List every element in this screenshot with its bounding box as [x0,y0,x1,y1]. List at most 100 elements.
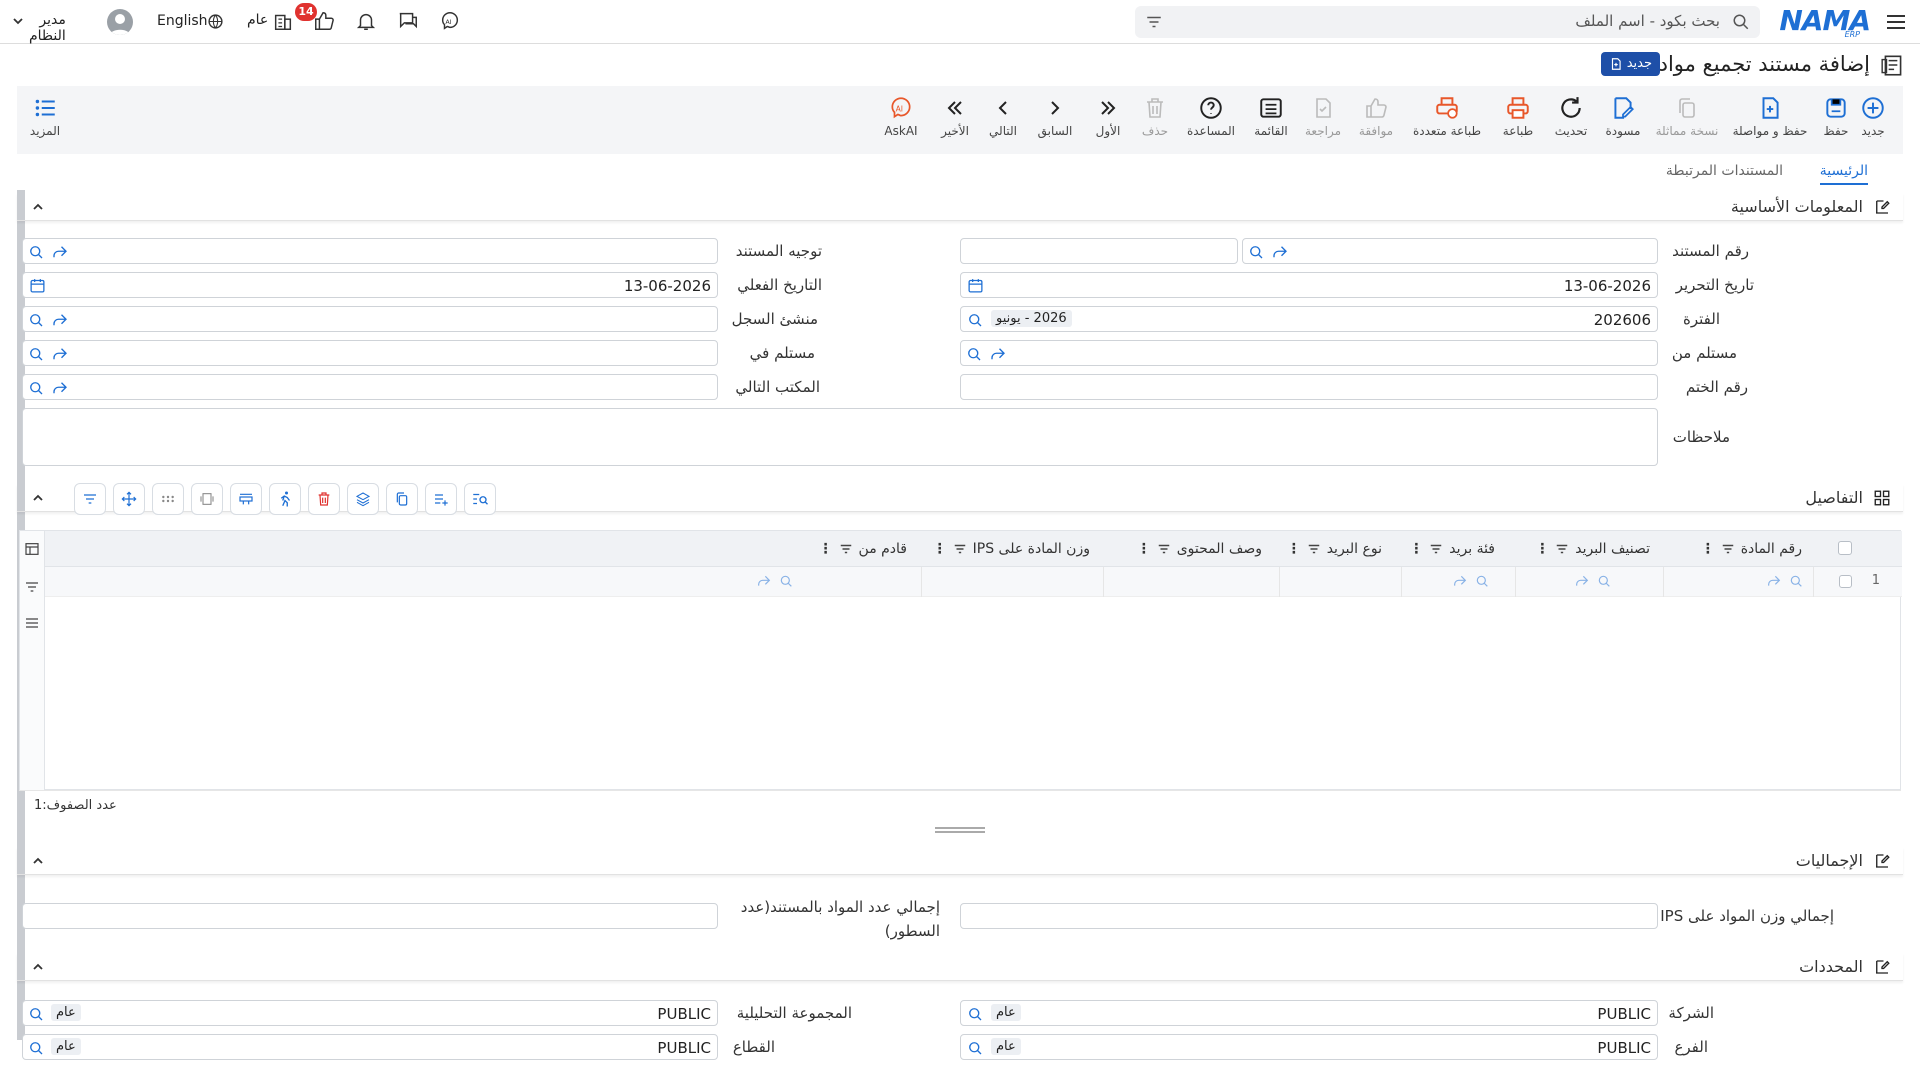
bell-icon[interactable] [355,10,377,32]
share-arrow-icon[interactable] [51,311,69,329]
share-arrow-icon[interactable] [756,573,772,589]
actual-date-field[interactable]: 13-06-2026 [22,272,718,298]
calendar-icon[interactable] [29,277,46,294]
column-menu-icon[interactable]: ⋮ [1701,541,1715,557]
filter-icon[interactable] [1721,542,1735,556]
chevron-up-icon[interactable] [31,200,45,214]
select-all-checkbox[interactable] [1838,541,1852,555]
filter-icon[interactable] [24,579,40,595]
grid-move-button[interactable] [113,483,145,515]
new-button[interactable]: جديد [1858,94,1888,150]
resize-handle[interactable] [935,827,985,833]
section-header-basic[interactable]: المعلومات الأساسية [17,193,1903,221]
filter-icon[interactable] [1145,13,1163,31]
chevron-down-icon[interactable] [12,15,24,27]
search-refresh-icon[interactable] [966,311,984,329]
column-header[interactable]: رقم المادة ⋮ [1701,541,1802,557]
filter-icon[interactable] [1429,542,1443,556]
grid-layers-button[interactable] [347,483,379,515]
company-field[interactable]: PUBLIC عام [960,1000,1658,1026]
share-arrow-icon[interactable] [51,379,69,397]
share-arrow-icon[interactable] [1766,573,1782,589]
column-menu-icon[interactable]: ⋮ [819,541,833,557]
chevron-up-icon[interactable] [31,854,45,868]
grid-dots-button[interactable] [152,483,184,515]
duplicate-button[interactable]: نسخة مماثلة [1654,94,1720,150]
next-button[interactable]: التالي [985,94,1021,150]
delete-button[interactable]: حذف [1140,94,1170,150]
column-header[interactable]: نوع البريد ⋮ [1287,541,1382,557]
help-button[interactable]: المساعدة [1186,94,1236,150]
first-button[interactable]: الأول [1093,94,1123,150]
search-refresh-icon[interactable] [27,379,45,397]
received-from-field[interactable] [960,340,1658,366]
search-refresh-icon[interactable] [1596,573,1612,589]
askai-button[interactable]: AI AskAI [881,94,921,150]
save-button[interactable]: حفظ [1819,94,1853,150]
filter-icon[interactable] [1307,542,1321,556]
filter-icon[interactable] [1555,542,1569,556]
grid-run-button[interactable] [269,483,301,515]
column-header[interactable]: فئة بريد ⋮ [1409,541,1495,557]
doc-number-extra-field[interactable] [960,238,1238,264]
doc-number-field[interactable] [1242,238,1658,264]
general-label[interactable]: عام [247,12,268,28]
grid-copy-button[interactable] [386,483,418,515]
column-menu-icon[interactable]: ⋮ [933,541,947,557]
share-arrow-icon[interactable] [51,345,69,363]
grid-expand-button[interactable] [191,483,223,515]
chat-icon[interactable] [397,10,419,32]
sector-field[interactable]: PUBLIC عام [22,1034,718,1060]
search-refresh-icon[interactable] [966,1039,984,1057]
chevron-up-icon[interactable] [31,491,45,505]
search-refresh-icon[interactable] [966,1005,984,1023]
calendar-icon[interactable] [967,277,984,294]
grid-delete-button[interactable] [308,483,340,515]
cell-lookup-icons[interactable] [1766,573,1804,589]
total-count-field[interactable] [22,903,718,929]
notes-field[interactable] [22,408,1658,466]
column-menu-icon[interactable]: ⋮ [1287,541,1301,557]
period-field[interactable]: 202606 2026 - يونيو [960,306,1658,332]
branch-field[interactable]: PUBLIC عام [960,1034,1658,1060]
column-menu-icon[interactable]: ⋮ [1409,541,1423,557]
grid-filter-button[interactable] [74,483,106,515]
share-arrow-icon[interactable] [989,345,1007,363]
chevron-up-icon[interactable] [31,960,45,974]
filter-icon[interactable] [1157,542,1171,556]
table-row[interactable]: 1 [45,567,1902,597]
save-continue-button[interactable]: حفظ و مواصلة [1730,94,1810,150]
user-name[interactable]: مدير النظام [29,12,66,44]
refresh-button[interactable]: تحديث [1553,94,1589,150]
print-button[interactable]: طباعة [1498,94,1538,150]
analytic-group-field[interactable]: PUBLIC عام [22,1000,718,1026]
filter-icon[interactable] [953,542,967,556]
column-header[interactable]: وزن المادة على IPS ⋮ [933,541,1090,557]
globe-icon[interactable] [207,13,224,30]
menu-icon[interactable] [1884,10,1908,34]
search-refresh-icon[interactable] [1788,573,1804,589]
cell-lookup-icons[interactable] [1574,573,1612,589]
cell-lookup-icons[interactable] [756,573,794,589]
column-header[interactable]: تصنيف البريد ⋮ [1535,541,1650,557]
share-arrow-icon[interactable] [1574,573,1590,589]
filter-icon[interactable] [839,542,853,556]
ai-assistant-icon[interactable]: AI [439,10,461,32]
building-icon[interactable] [272,10,294,32]
previous-button[interactable]: السابق [1035,94,1075,150]
search-refresh-icon[interactable] [1474,573,1490,589]
search-refresh-icon[interactable] [27,1039,45,1057]
language-switch[interactable]: English [157,13,208,29]
column-menu-icon[interactable]: ⋮ [1137,541,1151,557]
section-header-dimensions[interactable]: المحددات [17,953,1903,981]
nama-logo[interactable]: NAMA ERP [1779,4,1871,40]
record-origin-field[interactable] [22,306,718,332]
multi-print-button[interactable]: طباعة متعددة [1411,94,1483,150]
column-menu-icon[interactable]: ⋮ [1535,541,1549,557]
share-arrow-icon[interactable] [1452,573,1468,589]
search-refresh-icon[interactable] [965,345,983,363]
total-weight-field[interactable] [960,903,1658,929]
search-refresh-icon[interactable] [778,573,794,589]
search-refresh-icon[interactable] [27,243,45,261]
cell-lookup-icons[interactable] [1452,573,1490,589]
